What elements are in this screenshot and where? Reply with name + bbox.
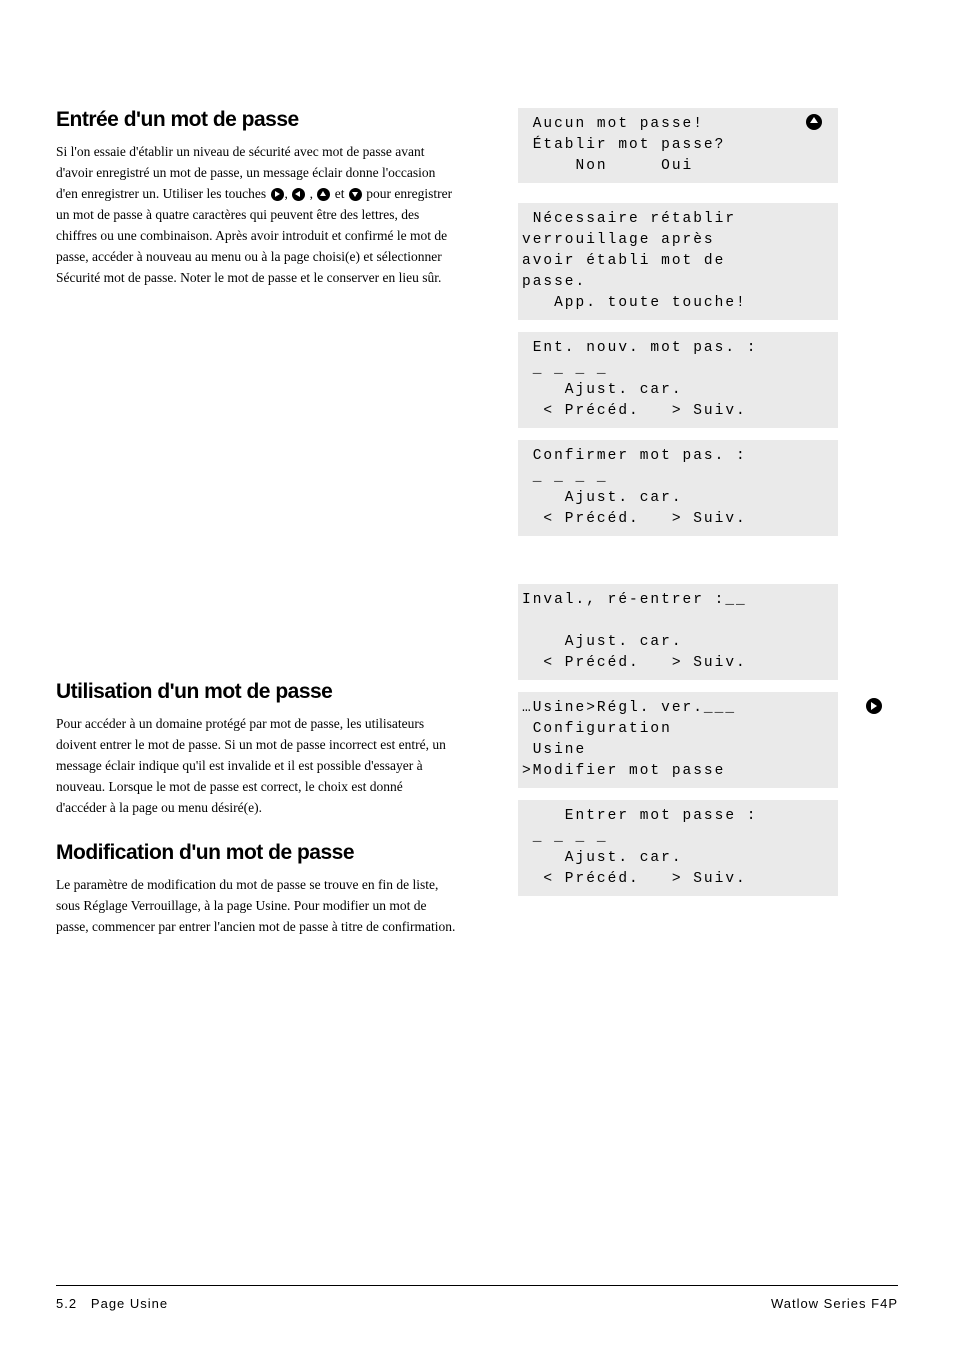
section-utilisation: Utilisation d'un mot de passe Pour accéd… [56, 680, 456, 819]
up-arrow-icon [317, 188, 330, 201]
side-icon-2 [866, 698, 890, 714]
paragraph-modification: Le paramètre de modification du mot de p… [56, 875, 456, 938]
heading-modification: Modification d'un mot de passe [56, 841, 456, 865]
heading-utilisation: Utilisation d'un mot de passe [56, 680, 456, 704]
spacer [56, 310, 456, 680]
screen6-wrap: …Usine>Régl. ver.___ Configuration Usine… [518, 692, 838, 788]
sep3: et [331, 186, 348, 201]
spacer [518, 548, 838, 584]
lcd-screen-4: Confirmer mot pas. : _ _ _ _ Ajust. car.… [518, 440, 838, 536]
right-arrow-icon [866, 698, 882, 714]
lcd-screen-2: Nécessaire rétablir verrouillage après a… [518, 203, 838, 320]
footer-page-number: 5.2 [56, 1296, 77, 1311]
lcd-screen-6: …Usine>Régl. ver.___ Configuration Usine… [518, 692, 838, 788]
section-modification: Modification d'un mot de passe Le paramè… [56, 841, 456, 938]
side-icon-1 [806, 114, 830, 130]
left-column: Entrée d'un mot de passe Si l'on essaie … [56, 108, 456, 960]
footer-left: 5.2 Page Usine [56, 1296, 168, 1311]
lcd-screen-5: Inval., ré-entrer :__ Ajust. car. < Préc… [518, 584, 838, 680]
page-footer: 5.2 Page Usine Watlow Series F4P [56, 1285, 898, 1311]
lcd-screen-7: Entrer mot passe : _ _ _ _ Ajust. car. <… [518, 800, 838, 896]
right-column: Aucun mot passe! Établir mot passe? Non … [518, 108, 838, 908]
up-arrow-icon [806, 114, 822, 130]
right-arrow-icon [271, 188, 284, 201]
left-arrow-icon [292, 188, 305, 201]
paragraph-entree: Si l'on essaie d'établir un niveau de sé… [56, 142, 456, 288]
footer-page-title: Page Usine [91, 1296, 168, 1311]
down-arrow-icon [349, 188, 362, 201]
lcd-screen-1: Aucun mot passe! Établir mot passe? Non … [518, 108, 838, 183]
content-area: Entrée d'un mot de passe Si l'on essaie … [56, 108, 898, 1271]
footer-right: Watlow Series F4P [771, 1296, 898, 1311]
sep1: , [285, 186, 292, 201]
lcd-screen-3: Ent. nouv. mot pas. : _ _ _ _ Ajust. car… [518, 332, 838, 428]
paragraph-utilisation: Pour accéder à un domaine protégé par mo… [56, 714, 456, 819]
sep2: , [306, 186, 316, 201]
section-entree: Entrée d'un mot de passe Si l'on essaie … [56, 108, 456, 288]
heading-entree: Entrée d'un mot de passe [56, 108, 456, 132]
